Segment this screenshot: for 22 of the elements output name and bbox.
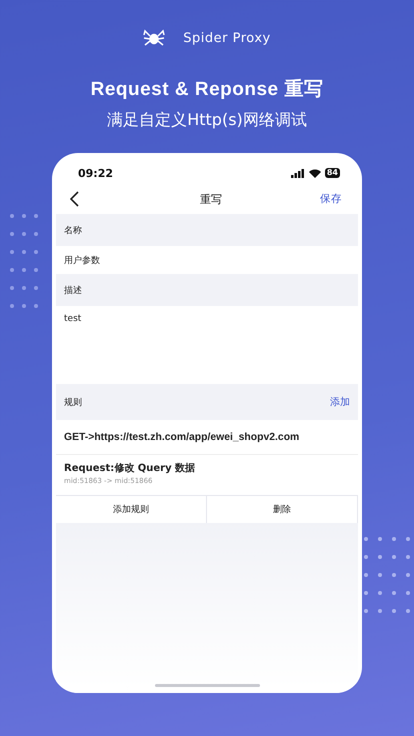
- wifi-icon: [308, 168, 321, 178]
- name-field[interactable]: 用户参数: [56, 246, 358, 274]
- section-label: 规则: [64, 396, 82, 408]
- subtitle: 满足自定义Http(s)网络调试: [107, 110, 307, 131]
- status-time: 09:22: [78, 166, 114, 180]
- app-name: Spider Proxy: [183, 30, 271, 46]
- save-button[interactable]: 保存: [320, 192, 342, 206]
- screen-title: 重写: [200, 192, 222, 206]
- headline: Request & Reponse 重写: [90, 78, 324, 102]
- field-label: 描述: [64, 284, 82, 296]
- spider-icon: [143, 28, 166, 48]
- signal-icon: [290, 168, 305, 178]
- description-field[interactable]: test: [56, 306, 358, 384]
- rule-title: Request:修改 Query 数据: [64, 462, 196, 475]
- battery-level: 84: [324, 168, 340, 178]
- action-button[interactable]: 删除: [207, 495, 358, 523]
- field-label: 名称: [64, 224, 82, 236]
- back-icon: [70, 191, 80, 207]
- back-button[interactable]: [70, 191, 80, 207]
- rule-url: GET->https://test.zh.com/app/ewei_shopv2.com: [56, 420, 358, 455]
- add-button[interactable]: 添加: [330, 395, 350, 409]
- action-button[interactable]: 添加规则: [56, 495, 207, 523]
